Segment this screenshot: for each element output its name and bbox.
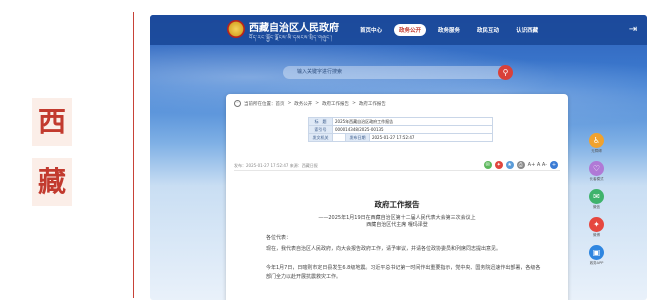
app-icon[interactable]: ▣ bbox=[589, 245, 604, 260]
article-info-bar: 发布：2025-01-27 17:52:47 来源：西藏日报 ✉ ✦ ★ ⎙ A… bbox=[234, 161, 560, 171]
left-decor: 西 藏 bbox=[0, 0, 150, 305]
breadcrumb-item[interactable]: 政务公开 bbox=[294, 101, 312, 107]
floating-toolbar: ♿ 无障碍 ♡ 长者模式 ✉ 微信 ✦ 微博 ▣ 政务APP bbox=[589, 133, 604, 266]
nav-item-about[interactable]: 认识西藏 bbox=[511, 24, 543, 36]
title-char-box: 藏 bbox=[32, 158, 72, 206]
site-subtitle: བོད་རང་སྐྱོང་ལྗོངས་མི་དམངས་སྲིད་གཞུང་། bbox=[249, 35, 333, 41]
search-input[interactable]: 输入关键字进行搜索 bbox=[297, 68, 342, 75]
side-tool-elder[interactable]: ♡ 长者模式 bbox=[589, 161, 604, 182]
meta-value: 000014348/2025-00135 bbox=[332, 125, 493, 134]
side-tool-wechat[interactable]: ✉ 微信 bbox=[589, 189, 604, 210]
more-icon[interactable]: + bbox=[550, 161, 558, 169]
side-tool-label: 微博 bbox=[593, 233, 600, 237]
national-emblem-icon bbox=[227, 20, 245, 38]
website-screenshot: 西藏自治区人民政府 བོད་རང་སྐྱོང་ལྗོངས་མི་དམངས་སྲི… bbox=[150, 15, 647, 300]
side-tool-label: 长者模式 bbox=[589, 177, 604, 181]
document-meta-table: 标 题 2025年西藏自治区政府工作报告 索引号 000014348/2025-… bbox=[308, 117, 494, 142]
breadcrumb-item[interactable]: 当前所在位置：首页 bbox=[244, 101, 285, 107]
exit-icon[interactable]: ⇥ bbox=[627, 24, 639, 36]
publish-info: 发布：2025-01-27 17:52:47 来源：西藏日报 bbox=[234, 163, 318, 168]
weibo-icon[interactable]: ✦ bbox=[589, 217, 604, 232]
location-icon: ◦ bbox=[234, 100, 241, 107]
wechat-share-icon[interactable]: ✉ bbox=[483, 161, 492, 169]
accessibility-icon[interactable]: ♿ bbox=[589, 133, 604, 148]
breadcrumb: ◦ 当前所在位置：首页 > 政务公开 > 政府工作报告 > 政府工作报告 bbox=[234, 100, 386, 107]
side-tool-weibo[interactable]: ✦ 微博 bbox=[589, 217, 604, 238]
meta-label: 发布日期 bbox=[344, 133, 370, 142]
side-tool-app[interactable]: ▣ 政务APP bbox=[589, 245, 604, 266]
document-author: 西藏自治区代主席 嘎玛泽登 bbox=[366, 222, 428, 228]
print-icon[interactable]: ⎙ bbox=[516, 161, 525, 169]
side-tool-accessibility[interactable]: ♿ 无障碍 bbox=[589, 133, 604, 154]
meta-value: 2025-01-27 17:52:47 bbox=[368, 133, 494, 142]
breadcrumb-item[interactable]: 政府工作报告 bbox=[322, 101, 349, 107]
meta-value bbox=[332, 133, 346, 142]
side-tool-label: 微信 bbox=[593, 205, 600, 209]
meta-label: 索引号 bbox=[308, 125, 333, 134]
nav-item-interaction[interactable]: 政民互动 bbox=[472, 24, 504, 36]
side-tool-label: 无障碍 bbox=[591, 149, 602, 153]
nav-item-public[interactable]: 政务公开 bbox=[394, 24, 427, 36]
meta-label: 标 题 bbox=[308, 117, 333, 126]
side-tool-label: 政务APP bbox=[589, 261, 604, 265]
nav-item-home[interactable]: 首页中心 bbox=[355, 24, 387, 36]
divider-line bbox=[133, 12, 134, 298]
document-title: 政府工作报告 bbox=[374, 200, 420, 209]
paragraph: 现在，我代表自治区人民政府，向大会报告政府工作，请予审议，并请各位政协委员和列席… bbox=[266, 246, 502, 252]
weibo-share-icon[interactable]: ✦ bbox=[494, 161, 503, 169]
qzone-share-icon[interactable]: ★ bbox=[505, 161, 514, 169]
wechat-icon[interactable]: ✉ bbox=[589, 189, 604, 204]
meta-label: 发文机关 bbox=[308, 133, 333, 142]
document-subtitle: ——2025年1月19日在西藏自治区第十二届人民代表大会第三次会议上 bbox=[318, 215, 476, 221]
search-bar[interactable]: 输入关键字进行搜索 ⚲ bbox=[283, 65, 513, 80]
search-icon[interactable]: ⚲ bbox=[498, 65, 513, 80]
paragraph: 今年1月7日，日喀则市定日县发生6.8级地震。习近平总书记第一时间作出重要指示，… bbox=[266, 265, 541, 280]
font-size-control[interactable]: A+ A A- bbox=[528, 161, 547, 169]
paragraph: 各位代表： bbox=[266, 235, 292, 241]
title-char: 西 bbox=[37, 105, 66, 138]
heart-icon[interactable]: ♡ bbox=[589, 161, 604, 176]
breadcrumb-item[interactable]: 政府工作报告 bbox=[359, 101, 386, 107]
site-header: 西藏自治区人民政府 བོད་རང་སྐྱོང་ལྗོངས་མི་དམངས་སྲི… bbox=[150, 15, 647, 45]
title-char-box: 西 bbox=[32, 98, 72, 146]
meta-value: 2025年西藏自治区政府工作报告 bbox=[332, 117, 493, 126]
article-card: ◦ 当前所在位置：首页 > 政务公开 > 政府工作报告 > 政府工作报告 标 题… bbox=[226, 94, 568, 300]
title-char: 藏 bbox=[37, 165, 66, 198]
share-tools: ✉ ✦ ★ ⎙ A+ A A- + bbox=[483, 161, 558, 169]
main-nav: 首页中心 政务公开 政务服务 政民互动 认识西藏 bbox=[355, 24, 543, 36]
nav-item-service[interactable]: 政务服务 bbox=[433, 24, 465, 36]
